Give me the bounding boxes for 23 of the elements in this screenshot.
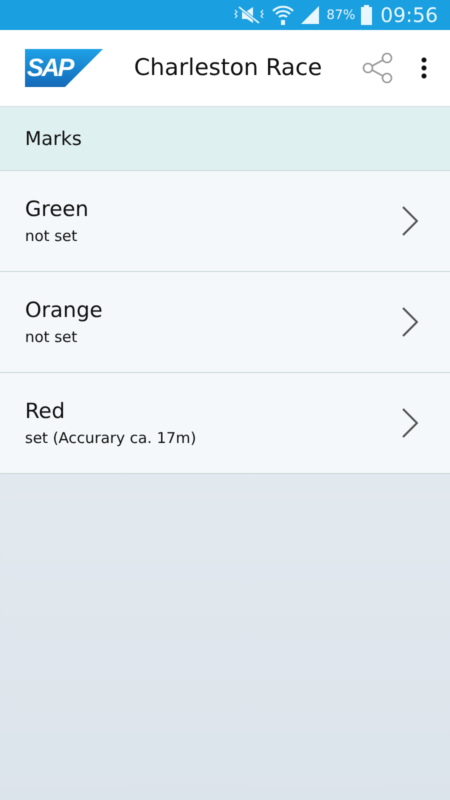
chevron-right-icon — [402, 307, 418, 337]
share-icon — [362, 52, 394, 84]
mark-status: not set — [25, 227, 78, 245]
more-icon — [421, 57, 427, 79]
mark-name: Orange — [25, 298, 103, 322]
battery-icon — [361, 5, 372, 25]
section-title: Marks — [25, 128, 82, 150]
mark-status: set (Accurary ca. 17m) — [25, 429, 196, 447]
signal-icon — [300, 6, 320, 24]
clock: 09:56 — [380, 3, 438, 27]
wifi-icon — [272, 5, 294, 25]
mark-list-item[interactable]: Red set (Accurary ca. 17m) — [0, 373, 450, 474]
chevron-right-icon — [402, 408, 418, 438]
battery-percentage: 87% — [326, 8, 356, 22]
screen-title: Charleston Race — [134, 55, 324, 81]
mark-name: Red — [25, 399, 65, 423]
mark-name: Green — [25, 197, 89, 221]
sap-logo: SAP — [25, 49, 103, 87]
mark-list-item[interactable]: Orange not set — [0, 272, 450, 373]
mark-status: not set — [25, 328, 78, 346]
mark-list-item[interactable]: Green not set — [0, 171, 450, 272]
mute-icon — [232, 5, 266, 25]
chevron-right-icon — [402, 206, 418, 236]
